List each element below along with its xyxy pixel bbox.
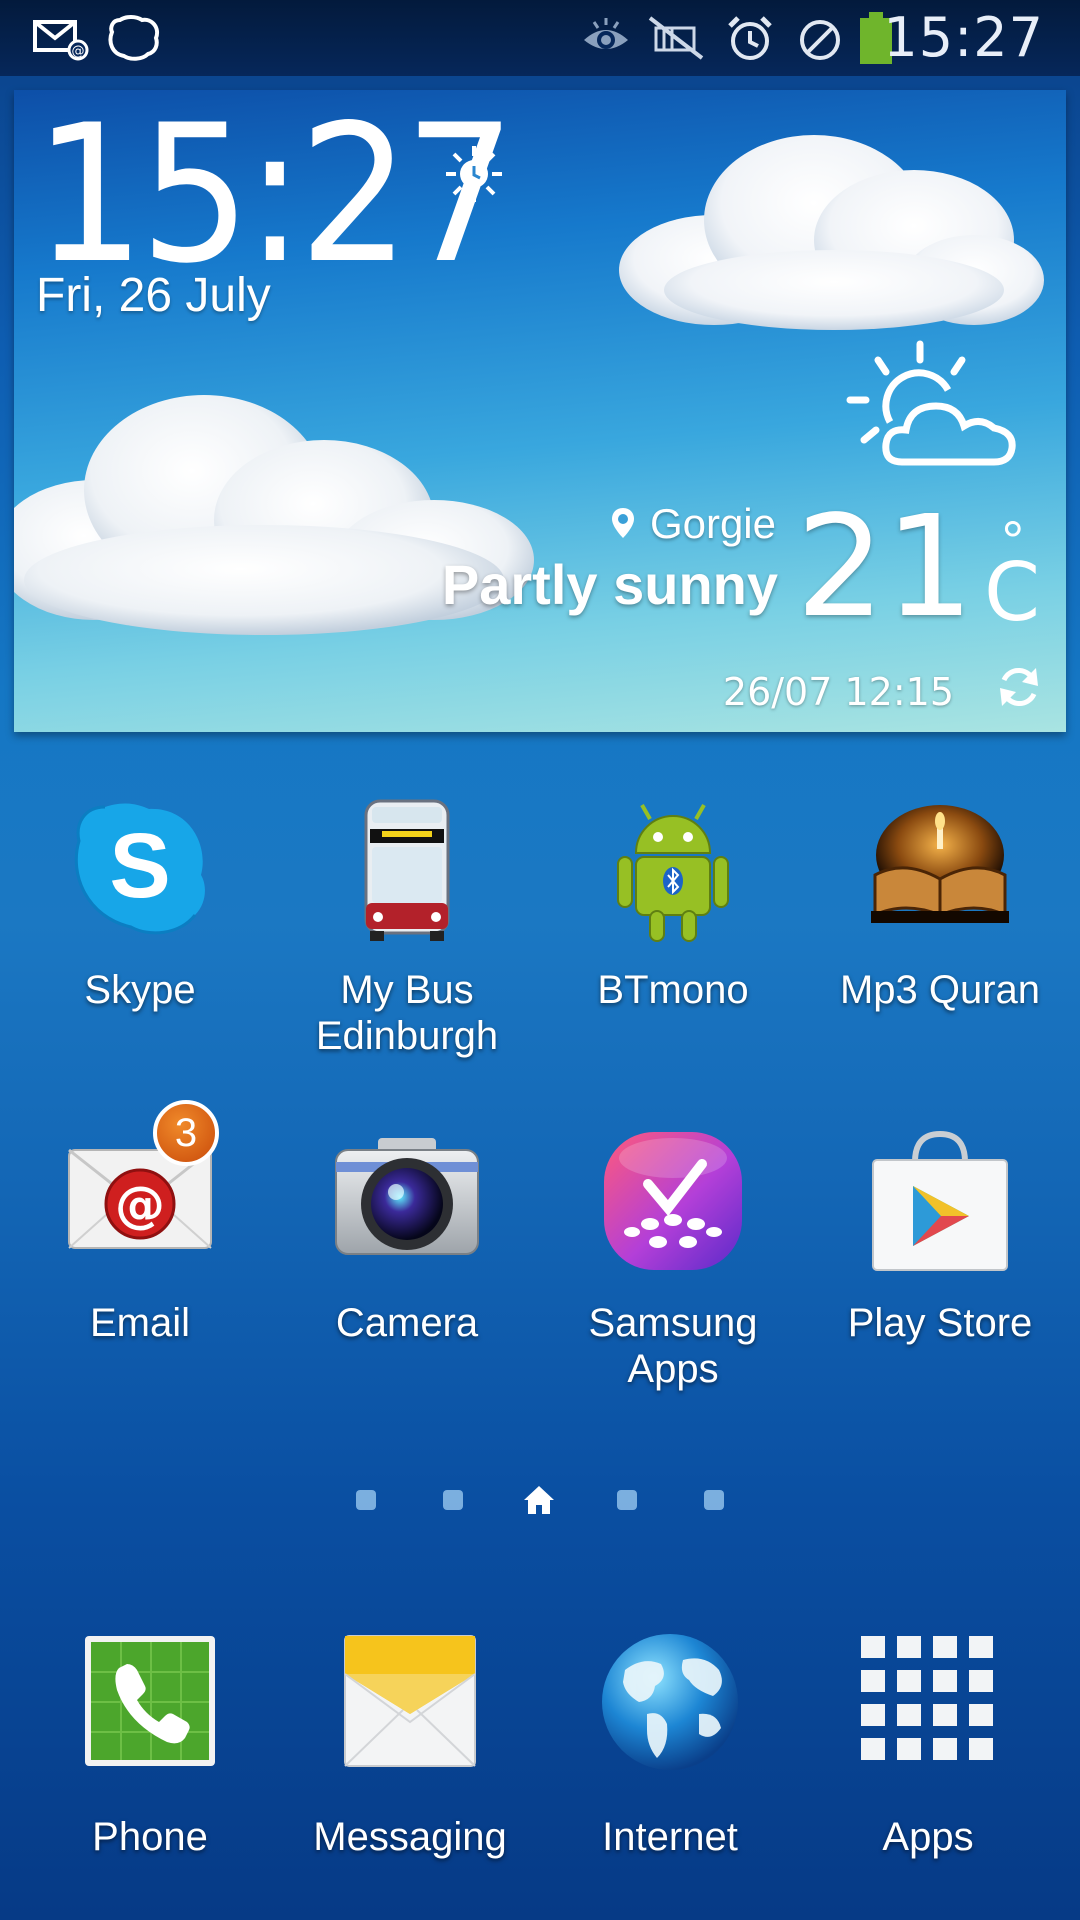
globe-icon xyxy=(595,1630,745,1780)
weather-location[interactable]: Gorgie xyxy=(610,500,776,548)
phone-icon xyxy=(75,1630,225,1780)
widget-date: Fri, 26 July xyxy=(36,269,271,322)
dock-label: Internet xyxy=(602,1815,738,1859)
notification-badge: 3 xyxy=(153,1100,219,1166)
app-label: My Bus Edinburgh xyxy=(315,968,499,1058)
page-dot[interactable] xyxy=(617,1490,637,1510)
samsung-apps-icon xyxy=(598,1128,748,1278)
play-store-icon xyxy=(865,1128,1015,1278)
dock-label: Messaging xyxy=(313,1815,507,1859)
blocking-mode-icon xyxy=(800,20,840,60)
email-icon: @ 3 xyxy=(65,1100,219,1278)
email-notification-icon: @ xyxy=(33,20,89,61)
svg-text:@: @ xyxy=(115,1176,165,1234)
svg-text:@: @ xyxy=(72,44,85,59)
skype-icon: S xyxy=(65,795,215,945)
app-email[interactable]: @ 3 Email xyxy=(10,1100,270,1346)
app-play-store[interactable]: Play Store xyxy=(810,1128,1070,1346)
app-label: Play Store xyxy=(847,1301,1033,1345)
cloud-image xyxy=(14,395,534,635)
page-dot[interactable] xyxy=(704,1490,724,1510)
quran-book-icon xyxy=(865,795,1015,945)
dock-apps[interactable]: Apps xyxy=(798,1630,1058,1860)
partly-sunny-icon xyxy=(846,340,1016,466)
app-label: Mp3 Quran xyxy=(839,968,1041,1012)
mute-icon xyxy=(648,16,704,60)
refresh-icon[interactable] xyxy=(996,664,1042,710)
bus-icon xyxy=(332,795,482,945)
app-mp3-quran[interactable]: Mp3 Quran xyxy=(810,795,1070,1013)
skype-notification-icon xyxy=(108,15,159,61)
location-pin-icon xyxy=(611,508,634,538)
app-label: BTmono xyxy=(597,968,749,1012)
messaging-icon xyxy=(335,1630,485,1780)
weather-condition: Partly sunny xyxy=(441,553,778,616)
apps-grid-icon xyxy=(853,1630,1003,1780)
alarm-icon xyxy=(728,16,772,60)
alarm-sun-icon xyxy=(446,146,502,202)
home-page-icon[interactable] xyxy=(522,1484,556,1516)
camera-icon xyxy=(332,1128,482,1278)
page-dot[interactable] xyxy=(443,1490,463,1510)
widget-clock[interactable]: 15:27 xyxy=(34,100,516,290)
app-btmono[interactable]: BTmono xyxy=(543,795,803,1013)
app-label: Email xyxy=(89,1301,191,1345)
smart-stay-eye-icon xyxy=(584,18,628,49)
app-label: Skype xyxy=(84,968,196,1012)
temperature-unit: C xyxy=(984,546,1040,639)
app-samsung-apps[interactable]: Samsung Apps xyxy=(543,1128,803,1392)
last-updated: 26/07 12:15 xyxy=(722,670,954,714)
android-bluetooth-icon xyxy=(598,795,748,945)
app-my-bus-edinburgh[interactable]: My Bus Edinburgh xyxy=(277,795,537,1059)
app-skype[interactable]: S Skype xyxy=(10,795,270,1013)
dock-label: Phone xyxy=(92,1815,208,1859)
status-bar[interactable]: @ 15:27 xyxy=(0,0,1080,76)
cloud-image xyxy=(619,135,1044,330)
location-name: Gorgie xyxy=(649,500,776,547)
temperature: 21 xyxy=(795,486,974,649)
app-camera[interactable]: Camera xyxy=(277,1128,537,1346)
dock-label: Apps xyxy=(882,1815,974,1859)
weather-widget[interactable]: 15:27 Fri, 26 July Gorgie Partly sunny 2… xyxy=(14,90,1066,732)
app-label: Camera xyxy=(335,1301,479,1345)
dock-internet[interactable]: Internet xyxy=(540,1630,800,1860)
svg-text:S: S xyxy=(109,815,170,917)
page-dot[interactable] xyxy=(356,1490,376,1510)
dock-messaging[interactable]: Messaging xyxy=(280,1630,540,1860)
app-label: Samsung Apps xyxy=(588,1301,758,1391)
dock-phone[interactable]: Phone xyxy=(20,1630,280,1860)
status-time: 15:27 xyxy=(883,6,1044,69)
